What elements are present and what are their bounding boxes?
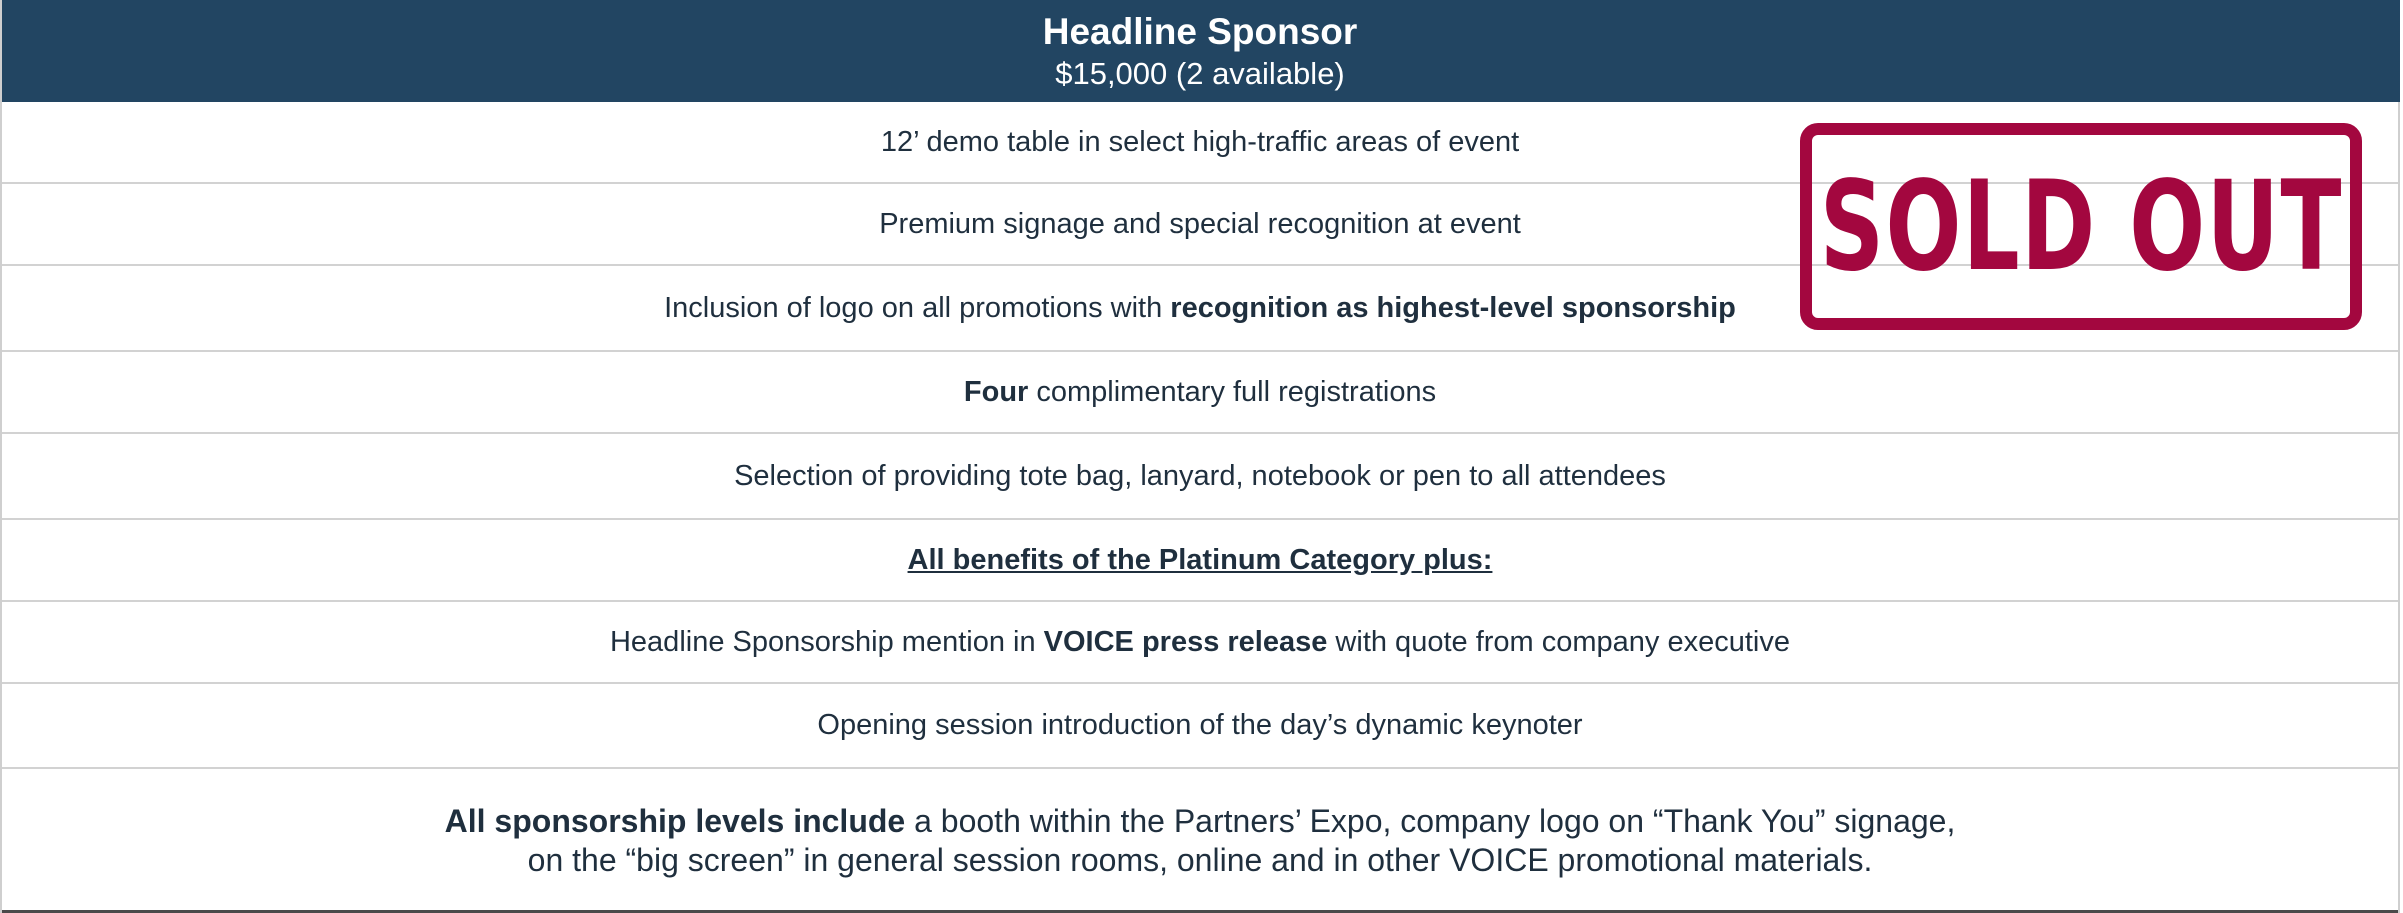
benefit-text: Premium signage and special recognition … [879,207,1521,240]
right-border [2398,102,2400,913]
benefit-text-tail: with quote from company executive [1327,625,1790,658]
tier-header: Headline Sponsor $15,000 (2 available) [0,0,2400,102]
footer-line-1: All sponsorship levels include a booth w… [0,802,2400,841]
benefit-emphasis: recognition as highest-level sponsorship [1170,291,1736,324]
benefit-row: Opening session introduction of the day’… [0,684,2400,769]
benefit-text: Inclusion of logo on all promotions with [664,291,1171,324]
benefit-row: Four complimentary full registrations [0,352,2400,434]
footer-line-2: on the “big screen” in general session r… [527,842,1873,878]
benefit-emphasis: Four [963,375,1029,408]
benefit-text-tail: complimentary full registrations [1028,375,1437,408]
footer-note: All sponsorship levels include a booth w… [0,769,2400,913]
tier-title: Headline Sponsor [1042,11,1358,52]
benefit-text: Opening session introduction of the day’… [817,709,1583,741]
benefit-text: 12’ demo table in select high-traffic ar… [880,125,1520,158]
benefit-row: Headline Sponsorship mention in VOICE pr… [0,602,2400,684]
benefit-row: All benefits of the Platinum Category pl… [0,520,2400,602]
benefit-text: Selection of providing tote bag, lanyard… [734,459,1666,492]
benefit-subheading: All benefits of the Platinum Category pl… [907,543,1493,576]
sponsorship-sheet: Headline Sponsor $15,000 (2 available) 1… [0,0,2403,913]
footer-emphasis: All sponsorship levels include [444,803,906,839]
footer-line-1-rest: a booth within the Partners’ Expo, compa… [905,803,1956,839]
sold-out-stamp-text: SOLD OUT [1819,154,2343,299]
tier-price: $15,000 (2 available) [1055,56,1345,91]
sold-out-stamp: SOLD OUT [1800,123,2362,330]
benefit-text: Headline Sponsorship mention in [609,625,1044,658]
benefit-emphasis: VOICE press release [1043,625,1328,658]
benefit-row: Selection of providing tote bag, lanyard… [0,434,2400,520]
left-border [0,0,2,913]
